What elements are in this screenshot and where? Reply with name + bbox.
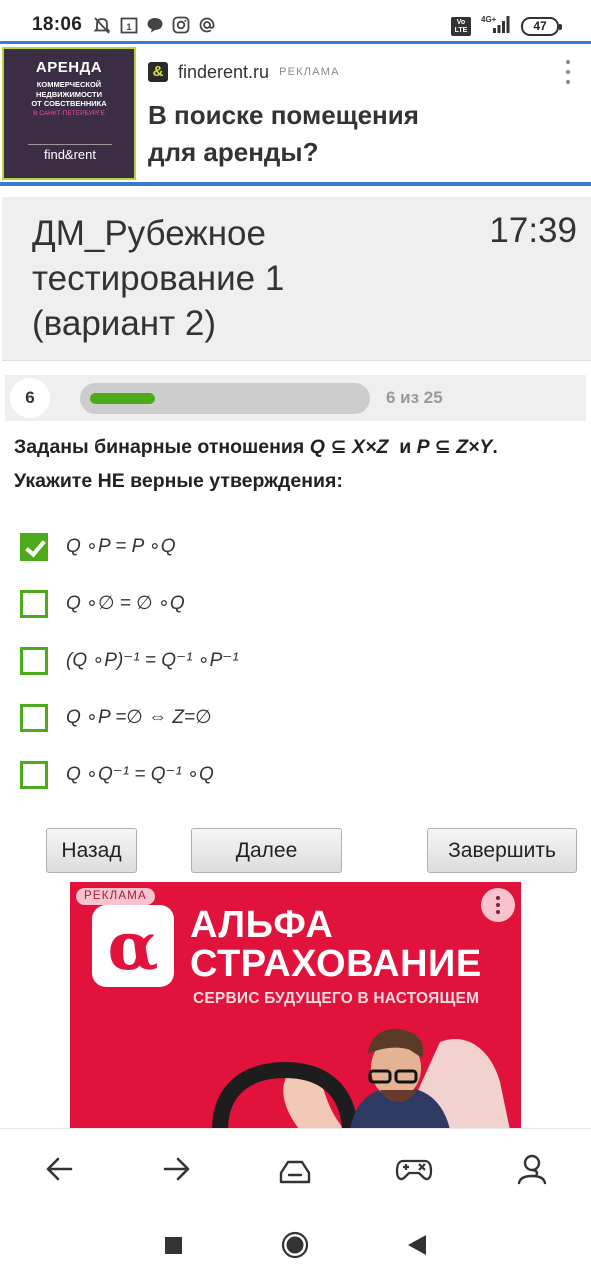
- ad-title-line: для аренды?: [148, 137, 319, 167]
- battery-icon: 47: [521, 16, 562, 36]
- answer-option[interactable]: (Q ∘P)⁻¹ = Q⁻¹ ∘P⁻¹: [20, 644, 570, 701]
- volte-icon: Vo LTE: [451, 16, 471, 36]
- question-line-2: Укажите НЕ верные утверждения:: [14, 470, 343, 492]
- ad-site-name[interactable]: finderent.ru: [178, 62, 269, 83]
- progress-bar-fill: [90, 393, 155, 404]
- ad-thumb-subtitle-line: НЕДВИЖИМОСТИ: [35, 89, 103, 99]
- test-title-line: (вариант 2): [32, 304, 217, 343]
- answer-label[interactable]: (Q ∘P)⁻¹ = Q⁻¹ ∘P⁻¹: [66, 647, 239, 675]
- status-system-icons: Vo LTE 4G+ 47: [451, 14, 562, 39]
- ad-thumb-title: АРЕНДА: [35, 59, 103, 76]
- answer-label[interactable]: Q ∘∅ = ∅ ∘Q: [66, 590, 185, 618]
- answer-checkbox[interactable]: [20, 761, 48, 789]
- top-ad-banner[interactable]: АРЕНДА КОММЕРЧЕСКОЙ НЕДВИЖИМОСТИ ОТ СОБС…: [0, 41, 591, 186]
- finish-button[interactable]: Завершить: [427, 828, 577, 873]
- answer-option[interactable]: Q ∘∅ = ∅ ∘Q: [20, 587, 570, 644]
- ad-site-row: & finderent.ru РЕКЛАМА: [148, 60, 340, 84]
- recent-apps-icon[interactable]: [158, 1230, 188, 1260]
- ad-thumbnail[interactable]: АРЕНДА КОММЕРЧЕСКОЙ НЕДВИЖИМОСТИ ОТ СОБС…: [2, 47, 136, 180]
- network-type-label: 4G+: [481, 15, 497, 24]
- home-icon[interactable]: [280, 1230, 310, 1260]
- ad-thumb-city: В САНКТ-ПЕТЕРБУРГЕ: [33, 109, 105, 117]
- back-arrow-icon[interactable]: [39, 1149, 79, 1189]
- answer-checkbox[interactable]: [20, 647, 48, 675]
- answer-label[interactable]: Q ∘P = P ∘Q: [66, 533, 176, 561]
- answer-checkbox-checked[interactable]: [20, 533, 48, 561]
- test-header: ДМ_Рубежное тестирование 1 (вариант 2) 1…: [2, 197, 591, 361]
- answer-label[interactable]: Q ∘Q⁻¹ = Q⁻¹ ∘Q: [66, 761, 214, 789]
- test-title-line: ДМ_Рубежное: [32, 214, 266, 253]
- ad-title[interactable]: В поиске помещения для аренды?: [148, 97, 548, 171]
- test-title: ДМ_Рубежное тестирование 1 (вариант 2): [32, 211, 362, 346]
- next-button[interactable]: Далее: [191, 828, 342, 873]
- games-icon[interactable]: [394, 1149, 434, 1189]
- answer-label[interactable]: Q ∘P =∅ ⇔ Z=∅: [66, 704, 212, 732]
- question-text: Заданы бинарные отношения Q ⊆ X×Z и P ⊆ …: [14, 430, 579, 498]
- svg-text:1: 1: [126, 22, 131, 32]
- back-button[interactable]: Назад: [46, 828, 137, 873]
- ad-thumb-subtitle-line: КОММЕРЧЕСКОЙ: [36, 80, 102, 89]
- chat-icon: [146, 16, 164, 34]
- ad-label: РЕКЛАМА: [279, 66, 340, 78]
- calendar-icon: 1: [120, 16, 138, 34]
- ad-thumb-logo: find&rent: [28, 144, 112, 164]
- bottom-ad-photo: [212, 1028, 510, 1130]
- muted-bell-icon: [92, 15, 112, 35]
- answer-checkbox[interactable]: [20, 590, 48, 618]
- question-number-badge: 6: [10, 378, 50, 418]
- test-timer: 17:39: [489, 211, 577, 250]
- ad-title-line: В поиске помещения: [148, 100, 419, 130]
- progress-row: 6 6 из 25: [5, 375, 586, 421]
- finderent-favicon-icon: &: [148, 62, 168, 82]
- answer-option[interactable]: Q ∘Q⁻¹ = Q⁻¹ ∘Q: [20, 758, 570, 815]
- status-time: 18:06: [32, 14, 83, 35]
- at-sign-icon: [198, 16, 216, 34]
- instagram-icon: [172, 16, 190, 34]
- question-line-1: Заданы бинарные отношения Q ⊆ X×Z и P ⊆ …: [14, 430, 579, 464]
- question-prefix: Заданы бинарные отношения: [14, 436, 310, 458]
- test-title-line: тестирование 1: [32, 259, 285, 298]
- answer-options: Q ∘P = P ∘Q Q ∘∅ = ∅ ∘Q (Q ∘P)⁻¹ = Q⁻¹ ∘…: [20, 530, 570, 815]
- relation-p: P ⊆ Z×Y: [416, 436, 493, 458]
- question-suffix: .: [492, 436, 498, 458]
- forward-arrow-icon[interactable]: [157, 1149, 197, 1189]
- ad-thumb-subtitle: КОММЕРЧЕСКОЙ НЕДВИЖИМОСТИ ОТ СОБСТВЕННИК…: [4, 80, 134, 109]
- relation-q: Q ⊆ X×Z: [309, 436, 389, 458]
- signal-icon: 4G+: [481, 14, 511, 39]
- question-middle: и: [388, 436, 417, 458]
- answer-option[interactable]: Q ∘P =∅ ⇔ Z=∅: [20, 701, 570, 758]
- android-nav-bar: [0, 1208, 591, 1280]
- back-icon[interactable]: [402, 1230, 432, 1260]
- bottom-ad-banner[interactable]: РЕКЛАМА α АЛЬФА СТРАХОВАНИЕ СЕРВИС БУДУЩ…: [70, 882, 521, 1130]
- progress-bar-track: [80, 383, 370, 414]
- progress-text: 6 из 25: [386, 388, 443, 407]
- answer-option[interactable]: Q ∘P = P ∘Q: [20, 530, 570, 587]
- ad-more-options-icon[interactable]: [565, 60, 571, 84]
- status-notification-icons: 1: [92, 14, 216, 36]
- tabs-icon[interactable]: [275, 1149, 315, 1189]
- browser-nav-bar: [0, 1128, 591, 1208]
- profile-icon[interactable]: [512, 1149, 552, 1189]
- answer-checkbox[interactable]: [20, 704, 48, 732]
- ad-thumb-subtitle-line: ОТ СОБСТВЕННИКА: [31, 99, 107, 108]
- page: 18:06 1 Vo LTE 4G+ 47 АРЕНДА КОММЕРЧЕСКО…: [0, 0, 591, 1280]
